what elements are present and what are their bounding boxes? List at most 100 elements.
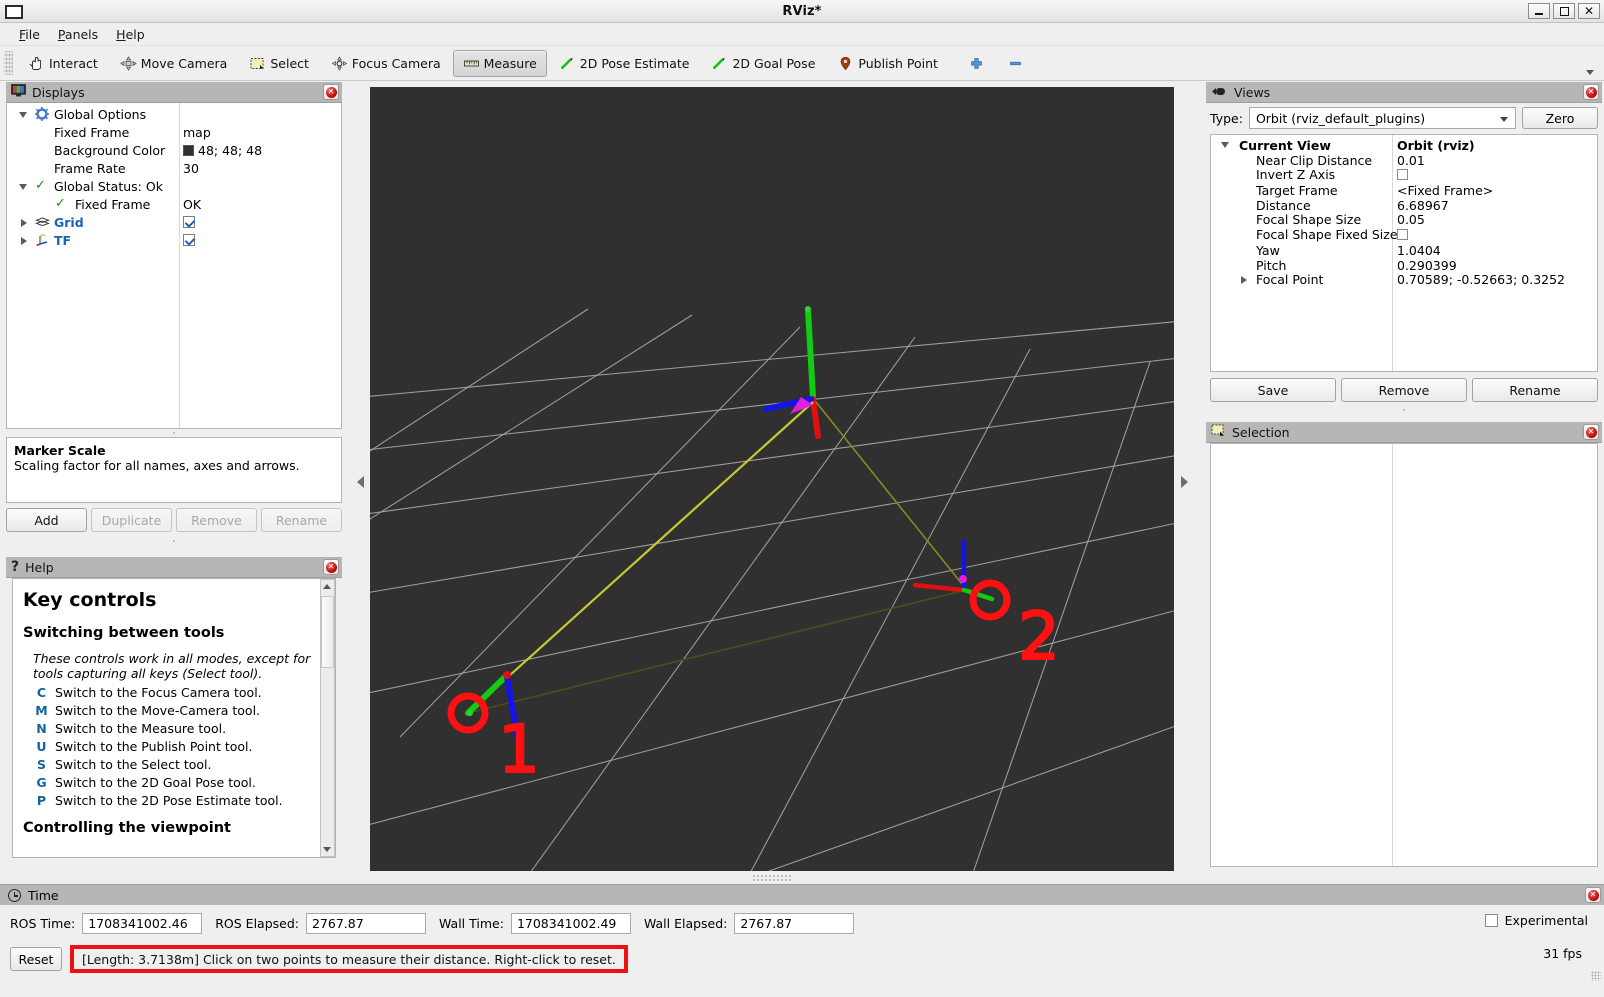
displays-tree[interactable]: Global Options Fixed Frame map Backgroun… — [6, 103, 342, 429]
display-row-global-options[interactable]: Global Options — [7, 105, 341, 123]
close-button[interactable]: ✕ — [1578, 3, 1600, 19]
remove-display-button[interactable]: Remove — [176, 508, 257, 532]
wall-elapsed-input[interactable]: 2767.87 — [734, 913, 854, 934]
view-value[interactable]: 0.05 — [1397, 212, 1425, 227]
chevron-right-icon[interactable] — [1181, 476, 1188, 488]
display-row-frame-rate[interactable]: Frame Rate 30 — [7, 159, 341, 177]
view-row-current-view[interactable]: Current View Orbit (rviz) — [1211, 138, 1597, 153]
expander-right-icon[interactable] — [1241, 276, 1247, 284]
menu-help[interactable]: Help — [107, 25, 154, 44]
display-row-grid[interactable]: Grid — [7, 213, 341, 231]
left-dock-collapse-handle[interactable] — [352, 82, 368, 881]
viewport-splitter-handle[interactable] — [752, 874, 792, 881]
scroll-down-arrow-icon[interactable] — [323, 847, 331, 852]
time-panel-close-button[interactable]: ✕ — [1585, 887, 1601, 903]
view-row-near-clip-distance[interactable]: Near Clip Distance 0.01 — [1211, 153, 1597, 168]
duplicate-display-button[interactable]: Duplicate — [91, 508, 172, 532]
menu-file[interactable]: File — [10, 25, 49, 44]
display-value-wrapper[interactable] — [183, 231, 195, 246]
view-row-focal-shape-size[interactable]: Focal Shape Size 0.05 — [1211, 212, 1597, 227]
grid-enabled-checkbox[interactable] — [183, 216, 195, 228]
view-row-invert-z-axis[interactable]: Invert Z Axis — [1211, 167, 1597, 183]
expander-down-icon[interactable] — [1221, 142, 1229, 148]
view-value[interactable]: 0.70589; -0.52663; 0.3252 — [1397, 272, 1565, 287]
ros-time-input[interactable]: 1708341002.46 — [82, 913, 202, 934]
views-selection-splitter[interactable] — [1206, 406, 1602, 414]
help-panel-close-button[interactable]: ✕ — [323, 559, 339, 575]
displays-description-splitter[interactable] — [6, 429, 342, 437]
expander-down-icon[interactable] — [19, 184, 27, 190]
selection-panel-close-button[interactable]: ✕ — [1583, 424, 1599, 440]
view-type-dropdown[interactable]: Orbit (rviz_default_plugins) — [1249, 107, 1516, 129]
view-row-pitch[interactable]: Pitch 0.290399 — [1211, 258, 1597, 273]
tool-move-camera[interactable]: Move Camera — [110, 50, 238, 77]
tool-publish-point[interactable]: Publish Point — [827, 50, 948, 77]
tool-focus-camera[interactable]: Focus Camera — [321, 50, 451, 77]
help-scrollbar[interactable] — [320, 579, 335, 857]
view-row-distance[interactable]: Distance 6.68967 — [1211, 198, 1597, 213]
view-row-focal-shape-fixed-size[interactable]: Focal Shape Fixed Size — [1211, 227, 1597, 243]
remove-view-button[interactable]: Remove — [1341, 378, 1467, 402]
focal-shape-fixed-size-checkbox[interactable] — [1397, 229, 1408, 240]
invert-z-axis-checkbox[interactable] — [1397, 169, 1408, 180]
selection-column-splitter[interactable] — [1392, 444, 1393, 866]
displays-help-splitter[interactable] — [6, 537, 342, 545]
rename-display-button[interactable]: Rename — [261, 508, 342, 532]
expander-right-icon[interactable] — [21, 219, 27, 227]
display-row-fixed-frame[interactable]: Fixed Frame map — [7, 123, 341, 141]
resize-grip[interactable] — [1591, 971, 1601, 981]
display-value-wrapper[interactable] — [183, 213, 195, 228]
expander-right-icon[interactable] — [21, 237, 27, 245]
add-display-button[interactable]: Add — [6, 508, 87, 532]
reset-button[interactable]: Reset — [10, 947, 62, 971]
rename-view-button[interactable]: Rename — [1472, 378, 1598, 402]
wall-time-input[interactable]: 1708341002.49 — [511, 913, 631, 934]
tool-2d-goal-pose[interactable]: 2D Goal Pose — [701, 50, 825, 77]
tool-interact[interactable]: Interact — [18, 50, 108, 77]
display-value-wrapper[interactable]: 48; 48; 48 — [183, 143, 262, 158]
ros-elapsed-input[interactable]: 2767.87 — [306, 913, 426, 934]
tool-select[interactable]: Select — [239, 50, 319, 77]
view-value-wrapper[interactable] — [1397, 228, 1408, 243]
display-row-status-fixed-frame[interactable]: ✓ Fixed Frame OK — [7, 195, 341, 213]
save-view-button[interactable]: Save — [1210, 378, 1336, 402]
view-value[interactable]: 0.290399 — [1397, 258, 1457, 273]
view-row-target-frame[interactable]: Target Frame <Fixed Frame> — [1211, 183, 1597, 198]
zero-view-button[interactable]: Zero — [1522, 107, 1598, 129]
maximize-button[interactable] — [1553, 3, 1575, 19]
right-dock-collapse-handle[interactable] — [1176, 82, 1192, 881]
toolbar-overflow-chevron-down-icon[interactable] — [1586, 70, 1594, 75]
key-badge: S — [33, 757, 50, 772]
chevron-left-icon[interactable] — [357, 476, 364, 488]
selection-property-tree[interactable] — [1210, 443, 1598, 867]
expander-down-icon[interactable] — [19, 112, 27, 118]
minimize-button[interactable] — [1528, 3, 1550, 19]
view-value[interactable]: 1.0404 — [1397, 243, 1441, 258]
display-row-background-color[interactable]: Background Color 48; 48; 48 — [7, 141, 341, 159]
tool-measure[interactable]: Measure — [453, 50, 547, 77]
display-row-global-status[interactable]: ✓ Global Status: Ok — [7, 177, 341, 195]
menu-panels[interactable]: Panels — [49, 25, 107, 44]
view-row-focal-point[interactable]: Focal Point 0.70589; -0.52663; 0.3252 — [1211, 272, 1597, 287]
experimental-checkbox[interactable] — [1485, 914, 1498, 927]
view-value-wrapper[interactable] — [1397, 168, 1408, 183]
views-property-tree[interactable]: Current View Orbit (rviz) Near Clip Dist… — [1210, 134, 1598, 372]
help-scrollbar-thumb[interactable] — [321, 596, 334, 668]
view-value[interactable]: 6.68967 — [1397, 198, 1449, 213]
3d-viewport[interactable]: 1 2 — [370, 87, 1174, 871]
views-panel-close-button[interactable]: ✕ — [1583, 84, 1599, 100]
tf-enabled-checkbox[interactable] — [183, 234, 195, 246]
add-tool-button[interactable] — [958, 50, 995, 77]
view-value[interactable]: 0.01 — [1397, 153, 1425, 168]
display-row-tf[interactable]: TF — [7, 231, 341, 249]
remove-tool-button[interactable] — [997, 50, 1034, 77]
display-value[interactable]: map — [183, 125, 211, 140]
tool-2d-pose-estimate[interactable]: 2D Pose Estimate — [549, 50, 700, 77]
scroll-up-arrow-icon[interactable] — [323, 584, 331, 589]
view-row-yaw[interactable]: Yaw 1.0404 — [1211, 243, 1597, 258]
displays-panel-close-button[interactable]: ✕ — [323, 84, 339, 100]
display-value[interactable]: 30 — [183, 161, 199, 176]
view-value[interactable]: <Fixed Frame> — [1397, 183, 1493, 198]
toolbar-drag-handle[interactable] — [4, 51, 13, 75]
chevron-down-icon[interactable] — [1500, 117, 1508, 122]
